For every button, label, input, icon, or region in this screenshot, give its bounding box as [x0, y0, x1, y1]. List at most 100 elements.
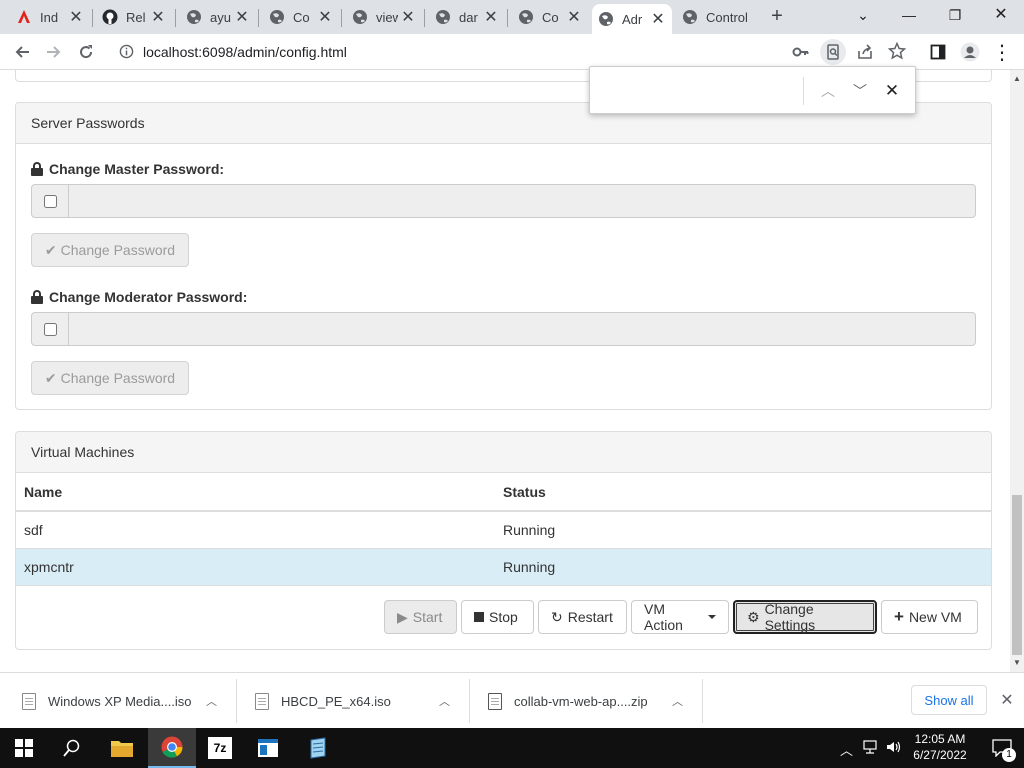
change-master-password-button[interactable]: ✔ Change Password [31, 233, 189, 267]
close-tab-icon[interactable]: ✕ [317, 7, 333, 27]
address-bar[interactable]: localhost:6098/admin/config.html [110, 38, 920, 66]
tab-search-chevron-icon[interactable]: ⌄ [840, 0, 886, 30]
chevron-up-icon[interactable]: ︿ [206, 693, 217, 709]
file-explorer-icon[interactable] [98, 728, 146, 768]
new-tab-button[interactable]: + [766, 5, 788, 27]
app-window-icon[interactable] [244, 728, 292, 768]
master-password-field[interactable] [69, 184, 976, 218]
close-tab-icon[interactable]: ✕ [566, 7, 582, 27]
chevron-up-icon[interactable]: ︿ [672, 693, 683, 709]
find-input[interactable] [600, 77, 796, 105]
server-passwords-panel: Server Passwords Change Master Password:… [15, 102, 992, 410]
caret-down-icon [708, 615, 716, 619]
globe-icon [518, 9, 534, 25]
moderator-password-checkbox[interactable] [43, 322, 57, 336]
play-icon: ▶ [397, 608, 408, 625]
download-item[interactable]: HBCD_PE_x64.iso ︿ [233, 673, 469, 729]
change-moderator-password-button[interactable]: ✔ Change Password [31, 361, 189, 395]
find-bar: ︿ ﹀ ✕ [589, 66, 916, 114]
close-tab-icon[interactable]: ✕ [400, 7, 416, 27]
bookmark-star-icon[interactable] [887, 41, 907, 63]
stop-icon [474, 612, 484, 622]
restart-button[interactable]: ↻ Restart [538, 600, 627, 634]
start-button[interactable]: ▶ Start [384, 600, 457, 634]
forward-button[interactable] [42, 40, 66, 64]
master-password-group [31, 184, 976, 218]
close-window-button[interactable]: ✕ [978, 0, 1024, 30]
column-header-name: Name [16, 473, 495, 512]
table-row[interactable]: sdf Running [16, 511, 991, 549]
close-tab-icon[interactable]: ✕ [650, 9, 666, 29]
close-tab-icon[interactable]: ✕ [68, 7, 84, 27]
browser-tab-active[interactable]: Adr ✕ [592, 4, 672, 34]
back-button[interactable] [10, 40, 34, 64]
scrollbar-thumb[interactable] [1012, 495, 1022, 655]
show-all-button[interactable]: Show all [911, 685, 987, 715]
browser-tab[interactable]: dar ✕ [429, 4, 505, 30]
scroll-down-arrow-icon[interactable]: ▼ [1010, 656, 1024, 670]
reload-button[interactable] [74, 40, 98, 64]
share-icon[interactable] [856, 43, 874, 64]
download-item[interactable]: collab-vm-web-ap....zip ︿ [466, 673, 702, 729]
close-tab-icon[interactable]: ✕ [483, 7, 499, 27]
find-in-page-icon[interactable] [820, 39, 846, 65]
volume-icon[interactable] [886, 740, 902, 757]
notepad-icon[interactable] [294, 728, 342, 768]
info-icon[interactable] [119, 44, 134, 62]
notification-center-icon[interactable]: 1 [978, 728, 1024, 768]
url-text[interactable]: localhost:6098/admin/config.html [143, 44, 347, 60]
minimize-button[interactable]: — [886, 0, 932, 30]
vm-table: Name Status sdf Running xpmcntr Running [16, 473, 991, 586]
browser-toolbar: localhost:6098/admin/config.html ⋮ [0, 34, 1024, 70]
change-settings-button[interactable]: ⚙ Change Settings [733, 600, 877, 634]
vm-action-dropdown[interactable]: VM Action [631, 600, 729, 634]
moderator-password-label: Change Moderator Password: [31, 289, 247, 305]
browser-tab[interactable]: Co ✕ [512, 4, 588, 30]
page-scrollbar[interactable]: ▲ ▼ [1010, 70, 1024, 672]
network-icon[interactable] [862, 740, 878, 757]
start-button-windows-icon[interactable] [0, 728, 48, 768]
browser-tab[interactable]: ayu ✕ [180, 4, 256, 30]
plus-icon: + [894, 607, 904, 626]
restore-button[interactable]: ❐ [932, 0, 978, 30]
chevron-up-icon[interactable]: ︿ [439, 693, 450, 709]
side-panel-icon[interactable] [926, 40, 950, 64]
reload-icon [80, 45, 93, 59]
profile-avatar-icon[interactable] [958, 40, 982, 64]
chrome-icon[interactable] [148, 728, 196, 768]
browser-tab[interactable]: Rel ✕ [96, 4, 172, 30]
browser-tab[interactable]: Ind ✕ [10, 4, 90, 30]
search-icon[interactable] [48, 728, 96, 768]
check-icon: ✔ [44, 241, 57, 258]
system-clock[interactable]: 12:05 AM 6/27/2022 [908, 731, 972, 763]
find-next-chevron-down-icon[interactable]: ﹀ [848, 79, 872, 103]
globe-icon [435, 9, 451, 25]
close-shelf-icon[interactable]: ✕ [998, 690, 1016, 710]
download-item[interactable]: Windows XP Media....iso ︿ [0, 673, 236, 729]
key-icon[interactable] [792, 43, 810, 64]
moderator-password-group [31, 312, 976, 346]
tab-strip: Ind ✕ Rel ✕ ayu ✕ Co ✕ view ✕ dar ✕ Co ✕… [0, 0, 1024, 34]
moderator-password-field[interactable] [69, 312, 976, 346]
browser-tab[interactable]: view ✕ [346, 4, 422, 30]
new-vm-button[interactable]: + New VM [881, 600, 978, 634]
column-header-status: Status [495, 473, 991, 512]
tray-chevron-up-icon[interactable]: ︿ [840, 740, 853, 759]
close-tab-icon[interactable]: ✕ [150, 7, 166, 27]
find-previous-chevron-up-icon[interactable]: ︿ [816, 79, 840, 103]
stop-button[interactable]: Stop [461, 600, 534, 634]
browser-tab[interactable]: Co ✕ [263, 4, 339, 30]
close-find-icon[interactable]: ✕ [880, 79, 904, 103]
7zip-icon[interactable]: 7z [196, 728, 244, 768]
close-tab-icon[interactable]: ✕ [234, 7, 250, 27]
menu-kebab-icon[interactable]: ⋮ [990, 40, 1014, 64]
restart-icon: ↻ [551, 608, 563, 625]
table-row-selected[interactable]: xpmcntr Running [16, 548, 991, 586]
globe-icon [682, 9, 698, 25]
download-shelf: Windows XP Media....iso ︿ HBCD_PE_x64.is… [0, 672, 1024, 728]
scroll-up-arrow-icon[interactable]: ▲ [1010, 72, 1024, 86]
gear-icon: ⚙ [747, 608, 760, 625]
notification-count-badge: 1 [1002, 748, 1016, 762]
browser-tab[interactable]: Control [676, 4, 756, 30]
master-password-checkbox[interactable] [43, 194, 57, 208]
